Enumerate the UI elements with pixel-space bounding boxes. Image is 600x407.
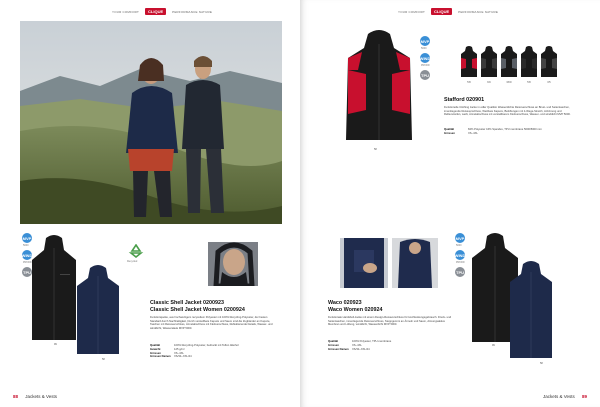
tpu-icon: TPU <box>455 267 465 277</box>
color-code: 99 <box>487 80 491 84</box>
header-left: YOUR COMFORT CLIQUE PERFORMANCE NATURE <box>112 8 212 15</box>
stafford-color-codes: 58 99 380 58 35 <box>460 80 560 84</box>
left-page: YOUR COMFORT CLIQUE PERFORMANCE NATURE M… <box>0 0 300 407</box>
stafford-description: Funktionelle Clothing Jacke in edler Qua… <box>444 106 571 117</box>
footer-right: Jackets & Vests 89 <box>543 394 587 399</box>
page-number-right: 89 <box>581 394 587 399</box>
classic-shell-specs: Qualität 100% Recycling-Polyester, bedruc… <box>150 344 282 359</box>
waco-title-2: Waco Women 020924 <box>328 307 383 313</box>
header-label-left: YOUR COMFORT <box>398 9 426 14</box>
spec-row: Grössen Damen XS/34–XXL/44 <box>150 355 192 359</box>
windproof-icon: WIND <box>455 250 465 260</box>
header-label-left: YOUR COMFORT <box>112 9 140 14</box>
classic-shell-title-1: Classic Shell Jacket 0200923 <box>150 300 225 306</box>
footer-section-left: Jackets & Vests <box>25 394 58 399</box>
stafford-variant-black[interactable] <box>480 46 498 78</box>
detail-photo-hood <box>208 242 258 286</box>
classic-shell-title-2: Classic Shell Jacket Women 0200924 <box>150 307 245 313</box>
recycle-icon <box>128 244 144 258</box>
color-code: 58 <box>527 80 531 84</box>
waco-womens-code: 58 <box>540 362 543 365</box>
mvp-icon-label: 5000 <box>421 47 427 50</box>
waco-detail-photo-pocket <box>340 238 388 288</box>
stafford-title: Stafford 020901 <box>444 97 485 103</box>
hero-photo-illustration <box>20 21 282 224</box>
classic-shell-womens-code: 58 <box>102 358 105 361</box>
stafford-main-code: 58 <box>374 148 377 151</box>
waco-description: Funktionale Hardshell-Jacke mit einem De… <box>328 316 452 327</box>
classic-shell-description: Funktionsjacke, aus hochwertigem recycel… <box>150 316 273 330</box>
windproof-icon-label: PROOF <box>421 64 430 67</box>
page-number-left: 88 <box>13 394 19 399</box>
windproof-icon: WIND <box>420 53 430 63</box>
color-code: 35 <box>547 80 551 84</box>
waco-jacket-womens <box>510 261 552 358</box>
stafford-specs: Qualität 84% Polyester 16% Spandex, TPU m… <box>444 128 584 136</box>
stafford-color-variants <box>460 46 558 78</box>
classic-shell-jacket-mens <box>32 235 76 340</box>
right-page: YOUR COMFORT CLIQUE PERFORMANCE NATURE 5… <box>300 0 600 407</box>
mvp-icon-label: 5000 <box>456 244 462 247</box>
waco-detail-photo-back <box>392 238 438 288</box>
waco-specs: Qualität 100% Polyester, TPU-membrane Grö… <box>328 340 458 351</box>
mvp-icon: MVP <box>420 36 430 46</box>
waco-mens-code: 99 <box>492 344 495 347</box>
stafford-variant-red[interactable] <box>460 46 478 78</box>
stafford-variant-charcoal[interactable] <box>520 46 538 78</box>
classic-shell-jacket-womens <box>77 265 119 354</box>
tpu-icon: TPU <box>420 70 430 80</box>
recycled-label: Recycled <box>127 260 138 263</box>
footer-left: 88 Jackets & Vests <box>13 394 57 399</box>
stafford-variant-grey[interactable] <box>500 46 518 78</box>
footer-section-right: Jackets & Vests <box>542 394 575 399</box>
brand-logo: CLIQUE <box>431 8 453 15</box>
color-code: 380 <box>506 80 512 84</box>
header-label-right: PERFORMANCE NATURE <box>458 9 499 14</box>
waco-title-1: Waco 020923 <box>328 300 362 306</box>
spec-row: Grössen Damen XS/34–XXL/44 <box>328 347 370 351</box>
brand-logo: CLIQUE <box>145 8 167 15</box>
color-code: 58 <box>467 80 471 84</box>
header-right: YOUR COMFORT CLIQUE PERFORMANCE NATURE <box>398 8 498 15</box>
mvp-icon: MVP <box>455 233 465 243</box>
mvp-icon-label: 5000 <box>23 244 29 247</box>
stafford-jacket-main <box>346 30 412 140</box>
classic-shell-mens-code: 99 <box>54 343 57 346</box>
windproof-icon-label: PROOF <box>456 261 465 264</box>
stafford-variant-dark[interactable] <box>540 46 558 78</box>
header-label-right: PERFORMANCE NATURE <box>172 9 213 14</box>
hero-photo <box>20 21 282 224</box>
spec-row: Grössen XS–4XL <box>444 131 478 135</box>
